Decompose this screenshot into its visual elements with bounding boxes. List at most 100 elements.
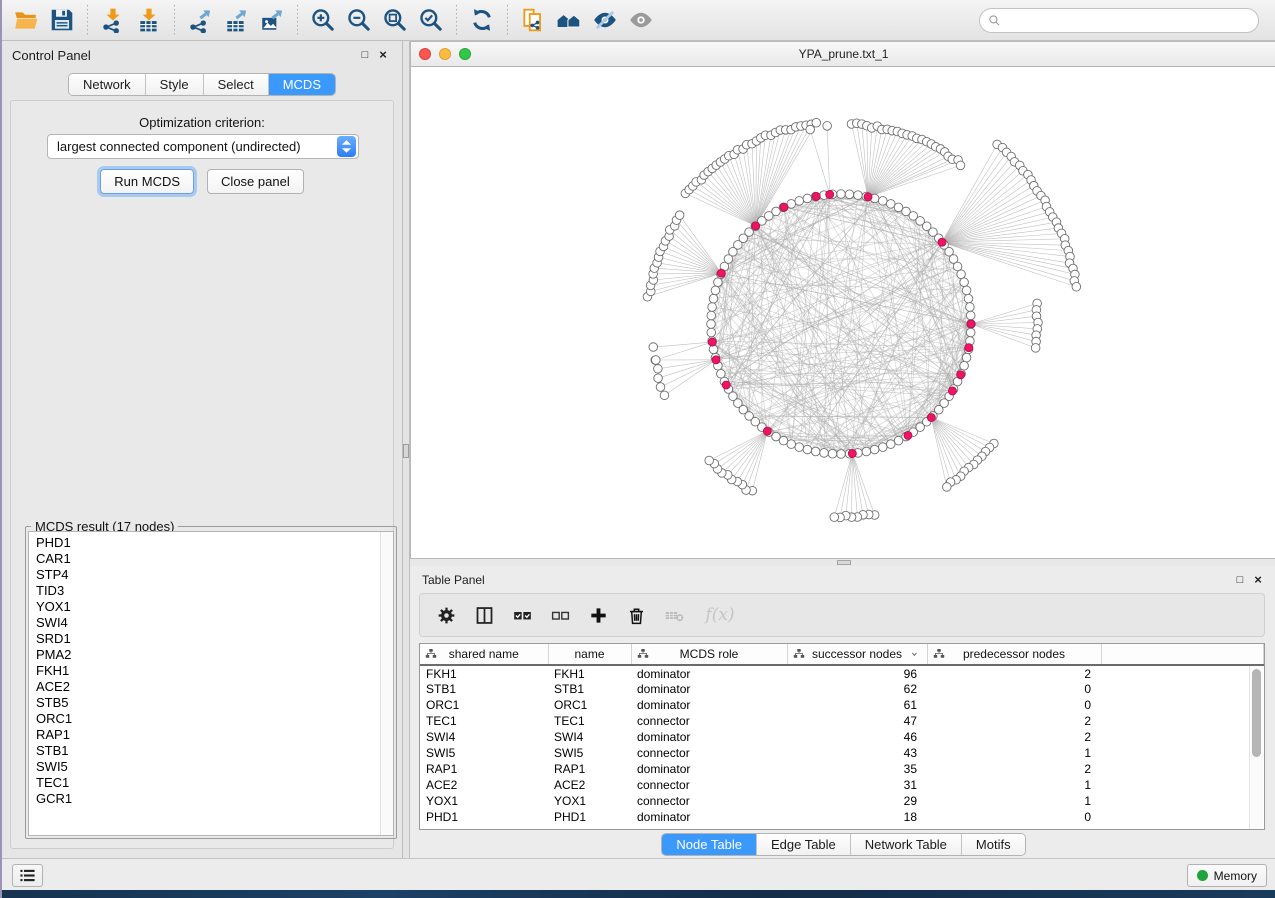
table-cell[interactable]: SWI5 xyxy=(420,745,548,761)
table-cell[interactable]: 2 xyxy=(927,761,1101,777)
network-node[interactable] xyxy=(967,320,975,328)
table-cell[interactable]: dominator xyxy=(631,809,787,825)
export-network-button[interactable] xyxy=(182,3,218,37)
network-node[interactable] xyxy=(717,369,726,378)
network-node[interactable] xyxy=(708,338,716,346)
column-header-shared-name[interactable]: shared name xyxy=(420,644,548,665)
show-panels-button[interactable] xyxy=(12,864,43,887)
network-node[interactable] xyxy=(878,443,887,452)
table-cell[interactable]: 43 xyxy=(787,745,927,761)
network-node[interactable] xyxy=(812,192,820,200)
open-session-button[interactable] xyxy=(8,3,44,37)
mcds-list-scrollbar[interactable] xyxy=(380,532,393,835)
network-node[interactable] xyxy=(948,387,956,395)
mcds-result-item[interactable]: PHD1 xyxy=(36,535,393,551)
table-cell[interactable]: 2 xyxy=(927,713,1101,729)
column-header-successor-nodes[interactable]: successor nodes xyxy=(787,644,927,665)
network-node[interactable] xyxy=(780,203,788,211)
splitter-grip[interactable] xyxy=(837,560,851,565)
network-node[interactable] xyxy=(862,447,871,456)
table-cell[interactable]: dominator xyxy=(631,729,787,745)
table-cell[interactable]: RAP1 xyxy=(420,761,548,777)
network-node[interactable] xyxy=(714,278,723,287)
network-node[interactable] xyxy=(811,447,820,456)
mcds-result-item[interactable]: CAR1 xyxy=(36,551,393,567)
table-cell[interactable]: SWI4 xyxy=(420,729,548,745)
horizontal-splitter[interactable] xyxy=(410,559,1275,566)
table-cell[interactable]: 35 xyxy=(787,761,927,777)
network-node[interactable] xyxy=(957,371,965,379)
import-table-button[interactable] xyxy=(131,3,167,37)
network-node[interactable] xyxy=(795,197,804,206)
network-node[interactable] xyxy=(957,270,966,279)
table-scrollbar[interactable] xyxy=(1249,666,1263,830)
close-panel-button[interactable]: Close panel xyxy=(207,169,304,194)
network-node[interactable] xyxy=(722,381,730,389)
network-node[interactable] xyxy=(830,513,839,522)
network-node[interactable] xyxy=(965,344,973,352)
table-cell[interactable]: TEC1 xyxy=(548,713,631,729)
mcds-result-item[interactable]: TID3 xyxy=(36,583,393,599)
table-cell[interactable]: YOX1 xyxy=(548,793,631,809)
table-cell[interactable]: ORC1 xyxy=(420,697,548,713)
network-node[interactable] xyxy=(763,427,771,435)
mcds-result-item[interactable]: STB1 xyxy=(36,743,393,759)
mcds-result-item[interactable]: SWI5 xyxy=(36,759,393,775)
table-cell[interactable]: 96 xyxy=(787,665,927,681)
network-node[interactable] xyxy=(820,449,829,458)
network-node[interactable] xyxy=(966,328,975,337)
table-cell[interactable]: SWI4 xyxy=(548,729,631,745)
table-cell[interactable]: connector xyxy=(631,745,787,761)
table-cell[interactable]: 46 xyxy=(787,729,927,745)
mcds-result-item[interactable]: RAP1 xyxy=(36,727,393,743)
table-row[interactable]: ACE2ACE2connector311 xyxy=(420,777,1264,793)
mcds-result-item[interactable]: ACE2 xyxy=(36,679,393,695)
search-box[interactable] xyxy=(979,8,1259,33)
tab-style[interactable]: Style xyxy=(146,74,204,95)
network-node[interactable] xyxy=(823,122,832,131)
table-cell[interactable]: PHD1 xyxy=(548,809,631,825)
network-node[interactable] xyxy=(660,391,669,400)
network-node[interactable] xyxy=(707,328,716,337)
delete-table-button[interactable] xyxy=(660,601,688,629)
table-cell[interactable]: 62 xyxy=(787,681,927,697)
import-network-button[interactable] xyxy=(95,3,131,37)
table-cell[interactable]: connector xyxy=(631,713,787,729)
network-node[interactable] xyxy=(878,197,887,206)
table-cell[interactable]: dominator xyxy=(631,697,787,713)
mcds-result-item[interactable]: SRD1 xyxy=(36,631,393,647)
network-node[interactable] xyxy=(1031,344,1040,353)
table-cell[interactable]: 1 xyxy=(927,745,1101,761)
table-cell[interactable]: 2 xyxy=(927,729,1101,745)
network-node[interactable] xyxy=(894,436,903,445)
zoom-out-button[interactable] xyxy=(341,3,377,37)
network-node[interactable] xyxy=(707,320,716,329)
table-cell[interactable]: 0 xyxy=(927,697,1101,713)
add-column-button[interactable] xyxy=(584,601,612,629)
network-node[interactable] xyxy=(960,361,969,370)
network-node[interactable] xyxy=(848,450,856,458)
table-cell[interactable]: 31 xyxy=(787,777,927,793)
memory-button[interactable]: Memory xyxy=(1187,864,1267,887)
table-cell[interactable]: TEC1 xyxy=(420,713,548,729)
network-node[interactable] xyxy=(854,191,863,200)
network-node[interactable] xyxy=(927,414,935,422)
table-cell[interactable]: 1 xyxy=(927,793,1101,809)
network-node[interactable] xyxy=(886,200,895,209)
table-cell[interactable]: STB1 xyxy=(548,681,631,697)
network-node[interactable] xyxy=(787,440,796,449)
first-neighbors-button[interactable] xyxy=(551,3,587,37)
network-node[interactable] xyxy=(656,383,665,392)
tab-mcds[interactable]: MCDS xyxy=(269,74,335,95)
network-node[interactable] xyxy=(837,190,846,199)
table-cell[interactable]: ACE2 xyxy=(420,777,548,793)
table-cell[interactable]: connector xyxy=(631,777,787,793)
network-node[interactable] xyxy=(651,356,660,365)
table-cell[interactable]: 1 xyxy=(927,777,1101,793)
save-session-button[interactable] xyxy=(44,3,80,37)
table-cell[interactable]: ACE2 xyxy=(548,777,631,793)
network-node[interactable] xyxy=(870,445,879,454)
network-node[interactable] xyxy=(943,483,952,492)
close-panel-icon[interactable]: × xyxy=(1249,572,1267,588)
column-header-name[interactable]: name xyxy=(548,644,631,665)
